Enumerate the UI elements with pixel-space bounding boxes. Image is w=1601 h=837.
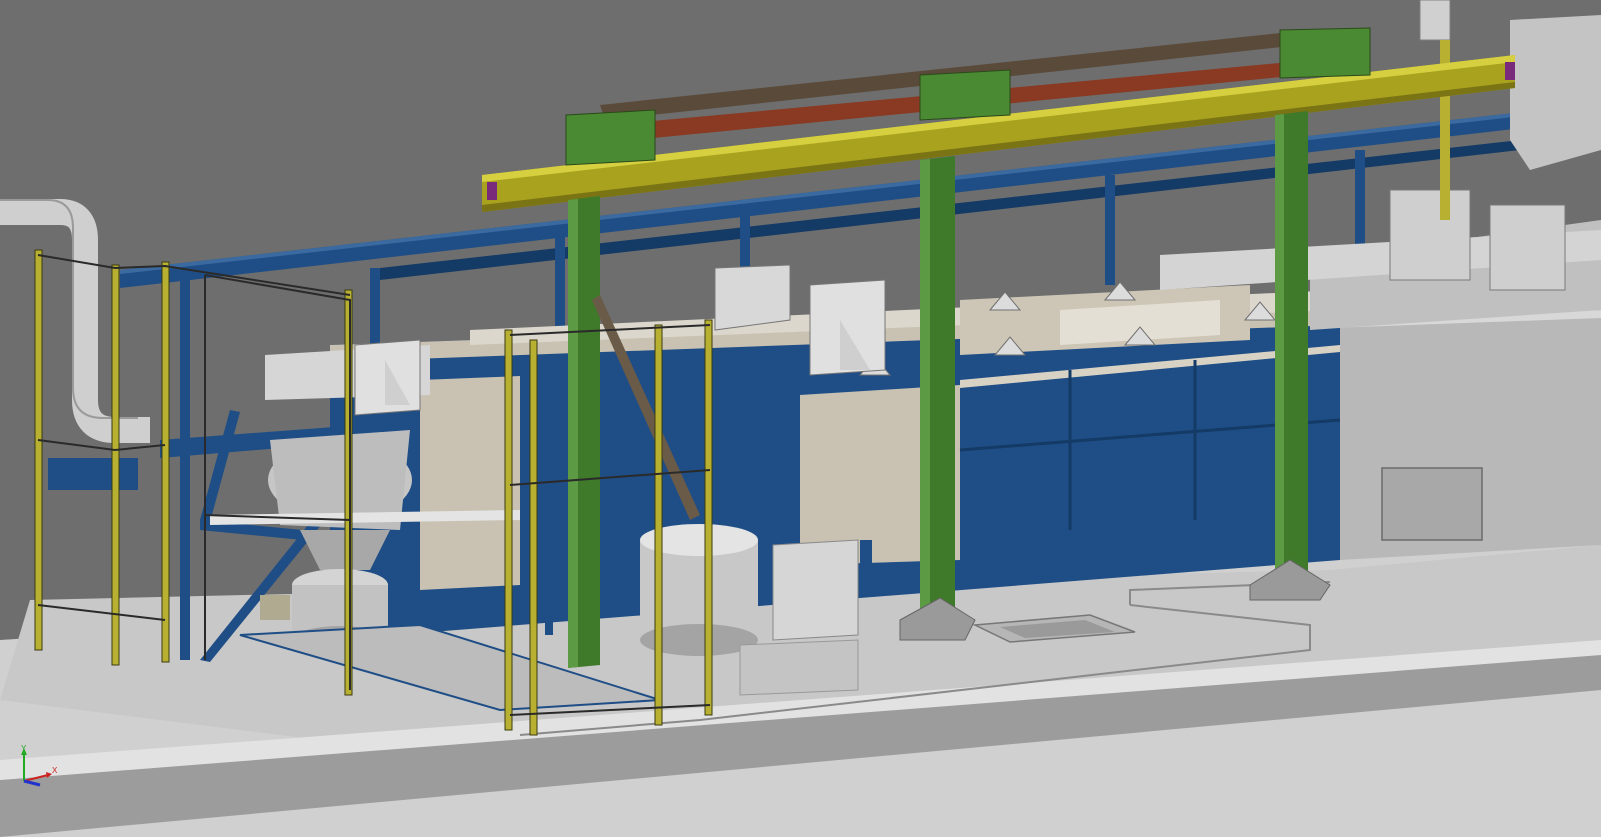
cad-viewport[interactable]: Y X	[0, 0, 1601, 837]
y-axis-label: Y	[21, 745, 27, 753]
ventilation-duct	[0, 199, 150, 443]
x-axis-icon	[23, 774, 49, 782]
cad-model-scene[interactable]	[0, 0, 1601, 837]
axis-triad: Y X	[21, 745, 58, 787]
z-axis-icon	[23, 779, 41, 787]
x-axis-label: X	[52, 766, 58, 775]
